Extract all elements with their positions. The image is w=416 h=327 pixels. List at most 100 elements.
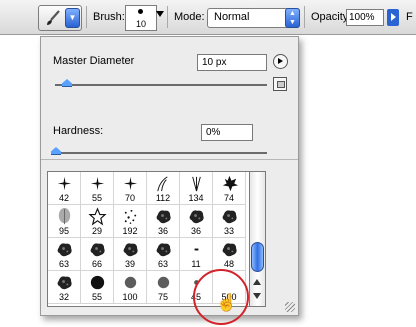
brush-tip-icon (58, 207, 71, 225)
brush-size-label: 95 (58, 226, 69, 236)
brush-preset-cell[interactable]: 95 (48, 205, 81, 238)
brush-tip-icon (138, 9, 143, 14)
brush-size-label: 36 (190, 226, 201, 236)
brush-size: 10 (135, 19, 146, 29)
brush-size-label: 100 (122, 292, 138, 302)
master-diameter-slider-thumb[interactable] (62, 79, 72, 87)
brush-size-label: 29 (91, 226, 102, 236)
brush-size-label: 63 (157, 259, 168, 269)
master-diameter-label: Master Diameter (53, 55, 135, 67)
brush-preset-cell[interactable]: 36 (147, 205, 180, 238)
chevron-down-icon[interactable]: ▼ (65, 8, 80, 28)
brush-tip-icon (222, 210, 237, 224)
mode-select[interactable]: Normal ▲ ▼ (207, 8, 300, 28)
brush-tip-icon (192, 176, 201, 192)
brush-preset-cell[interactable]: 66 (81, 238, 114, 271)
brush-tip-icon (57, 176, 72, 191)
brush-preset-cell[interactable]: 134 (180, 172, 213, 205)
brush-preset-cell[interactable]: 32 (48, 271, 81, 304)
brush-preset-cell[interactable]: 75 (147, 271, 180, 304)
brush-tip-icon (57, 243, 72, 257)
tool-preset-picker[interactable]: ▼ (38, 5, 82, 31)
flow-label: F (406, 11, 413, 23)
brush-size-label: 112 (155, 193, 171, 203)
scrollbar-thumb[interactable] (251, 242, 264, 272)
mode-value: Normal (214, 11, 250, 23)
brush-preset-cell[interactable]: 55 (81, 271, 114, 304)
hardness-slider[interactable] (55, 152, 267, 154)
opacity-slider-button[interactable] (387, 9, 399, 26)
brush-tip-icon (222, 243, 237, 257)
brush-tip-icon (90, 176, 105, 191)
brush-tip-icon (156, 210, 171, 224)
brush-size-label: 63 (58, 259, 69, 269)
brush-preset-cell[interactable]: 63 (147, 238, 180, 271)
brush-picker-arrow-icon[interactable] (156, 11, 164, 17)
master-diameter-input[interactable]: 10 px (197, 54, 267, 71)
brush-preset-cell[interactable]: 74 (213, 172, 246, 205)
grid-scrollbar[interactable] (249, 171, 266, 307)
brush-tip-icon (189, 210, 204, 224)
brush-size-label: 74 (223, 193, 234, 203)
brush-size-label: 36 (157, 226, 168, 236)
brush-size-label: 66 (91, 259, 102, 269)
brush-preset-cell[interactable]: 42 (48, 172, 81, 205)
brush-size-label: 70 (124, 193, 135, 203)
hardness-slider-thumb[interactable] (51, 147, 61, 155)
brush-size-label: 42 (58, 193, 69, 203)
brush-label: Brush: (93, 11, 125, 23)
brush-size-label: 55 (91, 292, 102, 302)
brush-size-label: 33 (223, 226, 234, 236)
brush-size-label: 134 (188, 193, 204, 203)
brush-size-label: 11 (191, 259, 201, 269)
brush-tip-icon (124, 209, 137, 224)
chevron-updown-icon: ▲ ▼ (285, 8, 300, 28)
divider (304, 6, 305, 28)
brush-tip-icon (88, 207, 107, 226)
brush-tip-icon (123, 176, 138, 191)
brush-preset-cell[interactable]: 48 (213, 238, 246, 271)
divider (167, 6, 168, 28)
brush-preset-cell[interactable]: 33 (213, 205, 246, 238)
brush-preset-cell[interactable]: 11 (180, 238, 213, 271)
panel-menu-icon[interactable] (273, 54, 288, 69)
brush-tip-icon (90, 243, 105, 257)
brush-preset-cell[interactable]: 100 (114, 271, 147, 304)
hand-cursor-icon: ☝ (216, 293, 238, 312)
brush-size-label: 55 (91, 193, 102, 203)
brush-tip-icon (123, 243, 138, 257)
brush-tip-icon (157, 276, 170, 289)
opacity-input[interactable]: 100% (346, 9, 384, 26)
brush-tip-icon (124, 276, 137, 289)
scroll-down-icon[interactable] (253, 293, 261, 299)
brush-preset-button[interactable]: 10 (125, 5, 157, 31)
brush-tip-icon (57, 276, 72, 290)
brush-picker-panel: Master Diameter 10 px Hardness: 0% 42 55 7… (40, 36, 299, 316)
use-sample-size-icon[interactable] (273, 77, 287, 91)
brush-tip-icon (194, 248, 199, 251)
brush-preset-cell[interactable]: 112 (147, 172, 180, 205)
brush-preset-cell[interactable]: 70 (114, 172, 147, 205)
divider (41, 159, 298, 160)
resize-grip-icon[interactable] (285, 302, 295, 312)
brush-preset-cell[interactable]: 192 (114, 205, 147, 238)
options-bar: ▼ Brush: 10 Mode: Normal ▲ ▼ Opacity: 100… (0, 0, 416, 35)
hardness-input[interactable]: 0% (201, 124, 253, 141)
brush-tip-icon (156, 243, 171, 257)
brush-preset-cell[interactable]: 63 (48, 238, 81, 271)
brush-preset-cell[interactable]: 29 (81, 205, 114, 238)
brush-tip-icon (90, 275, 105, 290)
brush-size-label: 39 (124, 259, 135, 269)
brush-size-label: 32 (58, 292, 69, 302)
brush-tip-icon (222, 175, 239, 192)
brush-size-label: 192 (122, 226, 138, 236)
master-diameter-slider[interactable] (55, 84, 267, 86)
brush-preset-cell[interactable]: 55 (81, 172, 114, 205)
brush-preset-cell[interactable]: 36 (180, 205, 213, 238)
brush-preset-cell[interactable]: 39 (114, 238, 147, 271)
divider (86, 6, 87, 28)
brush-size-label: 75 (157, 292, 168, 302)
brush-tool-icon (47, 10, 60, 25)
scroll-up-icon[interactable] (253, 279, 261, 285)
brush-size-label: 48 (223, 259, 234, 269)
